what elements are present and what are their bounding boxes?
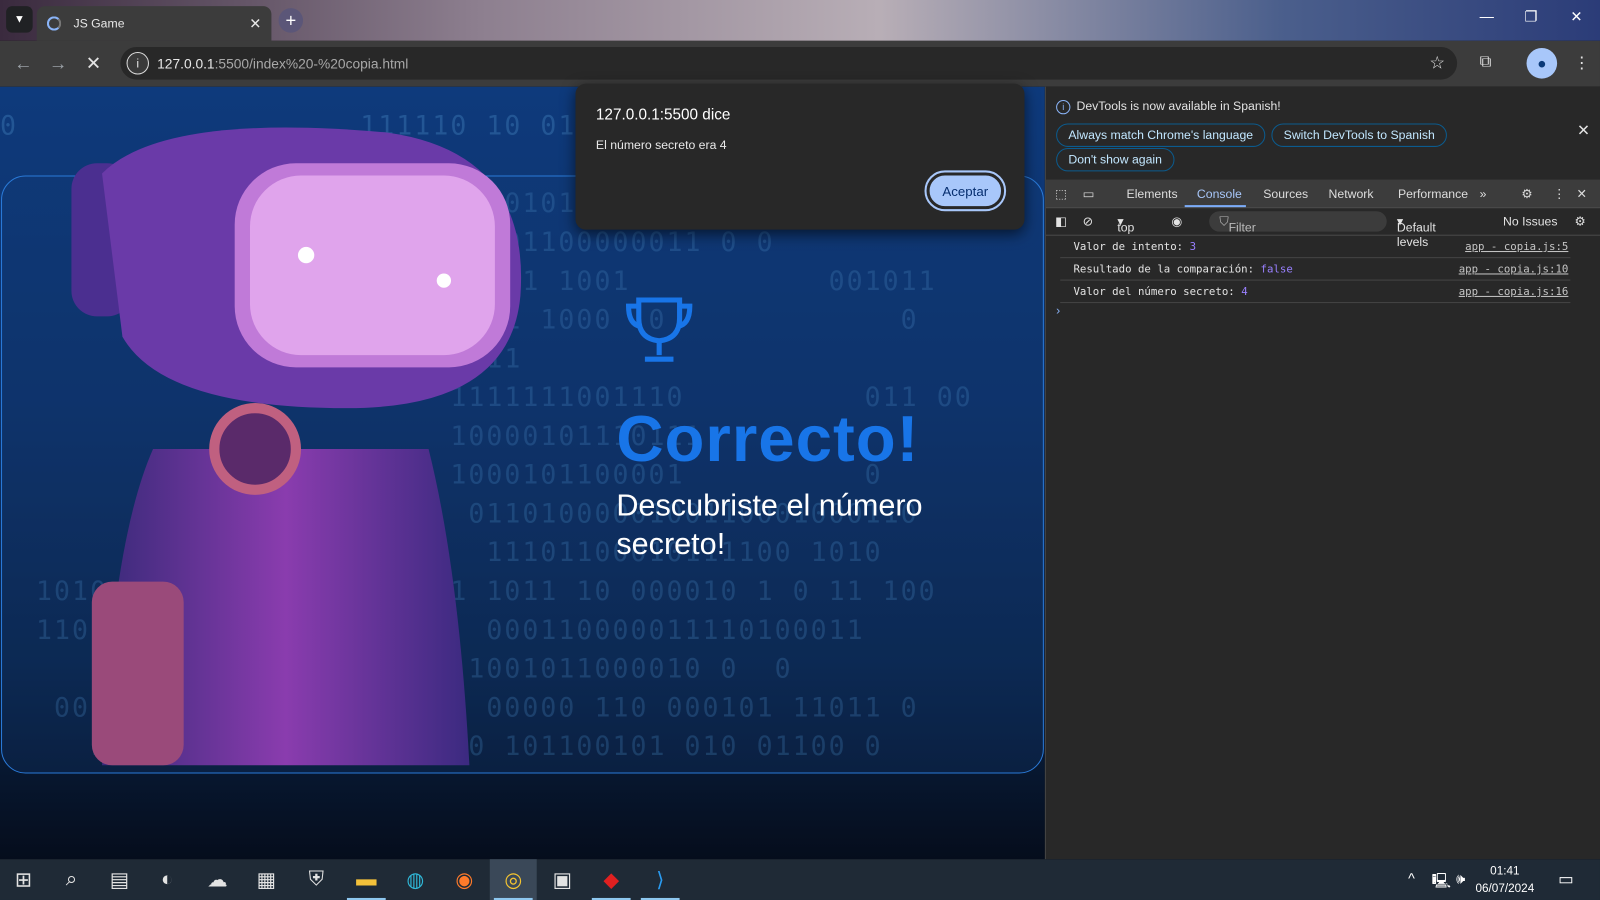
paint-app-icon[interactable]: ☁ <box>194 859 241 900</box>
context-selector[interactable]: top ▾ <box>1117 214 1134 234</box>
devtools-tabs: ⬚ ▭ Elements Console Sources Network Per… <box>1045 179 1600 209</box>
dialog-message: El número secreto era 4 <box>595 137 727 153</box>
log-source-link[interactable]: app - copia.js:10 <box>1459 258 1569 280</box>
app-window-icon[interactable]: ▣ <box>539 859 586 900</box>
dialog-title: 127.0.0.1:5500 dice <box>595 106 731 124</box>
log-message: Resultado de la comparación: false <box>1073 263 1293 276</box>
console-toolbar: ◧ ⊘ top ▾ ◉ ⛉ Filter Default levels ▾ No… <box>1045 208 1600 249</box>
tab-search-button[interactable]: ▼ <box>6 6 33 33</box>
stop-button[interactable]: ✕ <box>86 53 101 74</box>
extensions-icon[interactable]: ⧉ <box>1480 53 1492 71</box>
title-bar: ▼ JS Game ✕ + — ❐ ✕ <box>0 0 1600 41</box>
volume-icon[interactable]: 🕪 <box>1456 870 1465 887</box>
acrobat-icon[interactable]: ◆ <box>588 859 635 900</box>
close-devtools-icon[interactable]: ✕ <box>1577 187 1587 201</box>
tab-network[interactable]: Network <box>1329 187 1374 201</box>
banner-text: DevTools is now available in Spanish! <box>1076 98 1281 114</box>
app-icon[interactable]: ◐ <box>144 859 191 900</box>
menu-icon[interactable]: ⋮ <box>1573 53 1589 73</box>
loading-icon <box>46 16 62 31</box>
address-bar[interactable]: i 127.0.0.1:5500/index%20-%20copia.html … <box>120 46 1458 80</box>
browser-tab[interactable]: JS Game ✕ <box>36 6 272 41</box>
back-button[interactable]: ← <box>14 53 32 74</box>
notifications-icon[interactable]: ▭ <box>1558 869 1573 889</box>
console-settings-icon[interactable]: ⚙ <box>1574 214 1585 228</box>
info-icon: i <box>1056 99 1071 115</box>
new-tab-button[interactable]: + <box>278 8 304 33</box>
security-shield-icon[interactable]: ⛨ <box>293 859 340 900</box>
clear-console-icon[interactable]: ⊘ <box>1083 214 1093 228</box>
tab-title: JS Game <box>73 16 125 31</box>
taskbar: ⊞ ⌕ ▤ ◐ ☁ ▦ ⛨ ▬ ◍ ◉ ◎ ▣ ◆ ⟩ ^ 🖳 🕪 01:41 0… <box>0 859 1600 900</box>
bookmark-star-icon[interactable]: ☆ <box>1429 53 1445 73</box>
forward-button[interactable]: → <box>49 53 67 74</box>
always-match-language-button[interactable]: Always match Chrome's language <box>1056 123 1266 147</box>
date: 06/07/2024 <box>1475 882 1535 895</box>
settings-icon[interactable]: ⚙ <box>1521 187 1532 201</box>
show-hidden-icons[interactable]: ^ <box>1408 870 1415 886</box>
more-options-icon[interactable]: ⋮ <box>1553 187 1565 201</box>
close-tab-icon[interactable]: ✕ <box>249 15 261 32</box>
accept-button[interactable]: Aceptar <box>924 170 1007 212</box>
log-source-link[interactable]: app - copia.js:5 <box>1465 236 1568 258</box>
search-icon[interactable]: ⌕ <box>48 859 95 900</box>
calculator-icon[interactable]: ▦ <box>243 859 290 900</box>
tab-performance[interactable]: Performance <box>1398 187 1468 201</box>
filter-input[interactable]: ⛉ Filter <box>1209 211 1387 235</box>
log-source-link[interactable]: app - copia.js:16 <box>1459 281 1569 303</box>
time: 01:41 <box>1490 865 1520 878</box>
issues-counter[interactable]: No Issues <box>1503 214 1557 228</box>
astronaut-robot-image <box>71 127 522 766</box>
site-info-icon[interactable]: i <box>126 52 149 75</box>
clock[interactable]: 01:41 06/07/2024 <box>1475 863 1534 898</box>
tab-elements[interactable]: Elements <box>1127 187 1178 201</box>
network-icon[interactable]: 🖳 <box>1432 870 1451 894</box>
log-message: Valor de intento: 3 <box>1073 240 1197 254</box>
result-subtitle: Descubriste el número secreto! <box>616 488 923 562</box>
log-levels-dropdown[interactable]: Default levels ▾ <box>1397 214 1436 249</box>
tab-console[interactable]: Console <box>1197 187 1242 201</box>
minimize-button[interactable]: — <box>1480 8 1494 24</box>
more-tabs-icon[interactable]: » <box>1480 187 1487 201</box>
close-banner-icon[interactable]: ✕ <box>1577 121 1590 139</box>
chrome-icon[interactable]: ◎ <box>489 859 537 900</box>
devtools-panel: i DevTools is now available in Spanish! A… <box>1044 86 1600 860</box>
file-explorer-icon[interactable]: ▬ <box>343 859 390 900</box>
task-view-icon[interactable]: ▤ <box>96 859 143 900</box>
log-message: Valor del número secreto: 4 <box>1073 285 1248 298</box>
sidebar-toggle-icon[interactable]: ◧ <box>1055 214 1067 228</box>
trophy-icon <box>626 297 693 362</box>
tab-sources[interactable]: Sources <box>1263 187 1308 201</box>
console-log-row: Valor del número secreto: 4 app - copia.j… <box>1060 281 1571 304</box>
console-log-row: Valor de intento: 3 app - copia.js:5 <box>1060 236 1571 259</box>
active-tab-indicator <box>1184 205 1246 208</box>
language-banner: i DevTools is now available in Spanish! A… <box>1046 87 1600 180</box>
url-path: :5500/index%20-%20copia.html <box>214 55 409 71</box>
alert-dialog: 127.0.0.1:5500 dice El número secreto er… <box>575 83 1025 230</box>
firefox-icon[interactable]: ◉ <box>441 859 488 900</box>
inspect-element-icon[interactable]: ⬚ <box>1055 187 1067 201</box>
device-toolbar-icon[interactable]: ▭ <box>1083 187 1095 201</box>
switch-to-spanish-button[interactable]: Switch DevTools to Spanish <box>1271 123 1448 147</box>
result-heading: Correcto! <box>616 402 920 476</box>
console-prompt[interactable]: › <box>1056 303 1060 317</box>
live-expression-eye-icon[interactable]: ◉ <box>1171 214 1182 228</box>
close-window-button[interactable]: ✕ <box>1570 8 1582 25</box>
console-log-row: Resultado de la comparación: false app - … <box>1060 258 1571 281</box>
edge-icon[interactable]: ◍ <box>392 859 439 900</box>
url-host: 127.0.0.1 <box>157 55 215 71</box>
dont-show-again-button[interactable]: Don't show again <box>1056 147 1175 172</box>
restore-button[interactable]: ❐ <box>1524 8 1537 25</box>
start-button[interactable]: ⊞ <box>0 859 47 900</box>
profile-avatar[interactable]: ● <box>1526 47 1558 79</box>
vscode-icon[interactable]: ⟩ <box>637 859 684 900</box>
